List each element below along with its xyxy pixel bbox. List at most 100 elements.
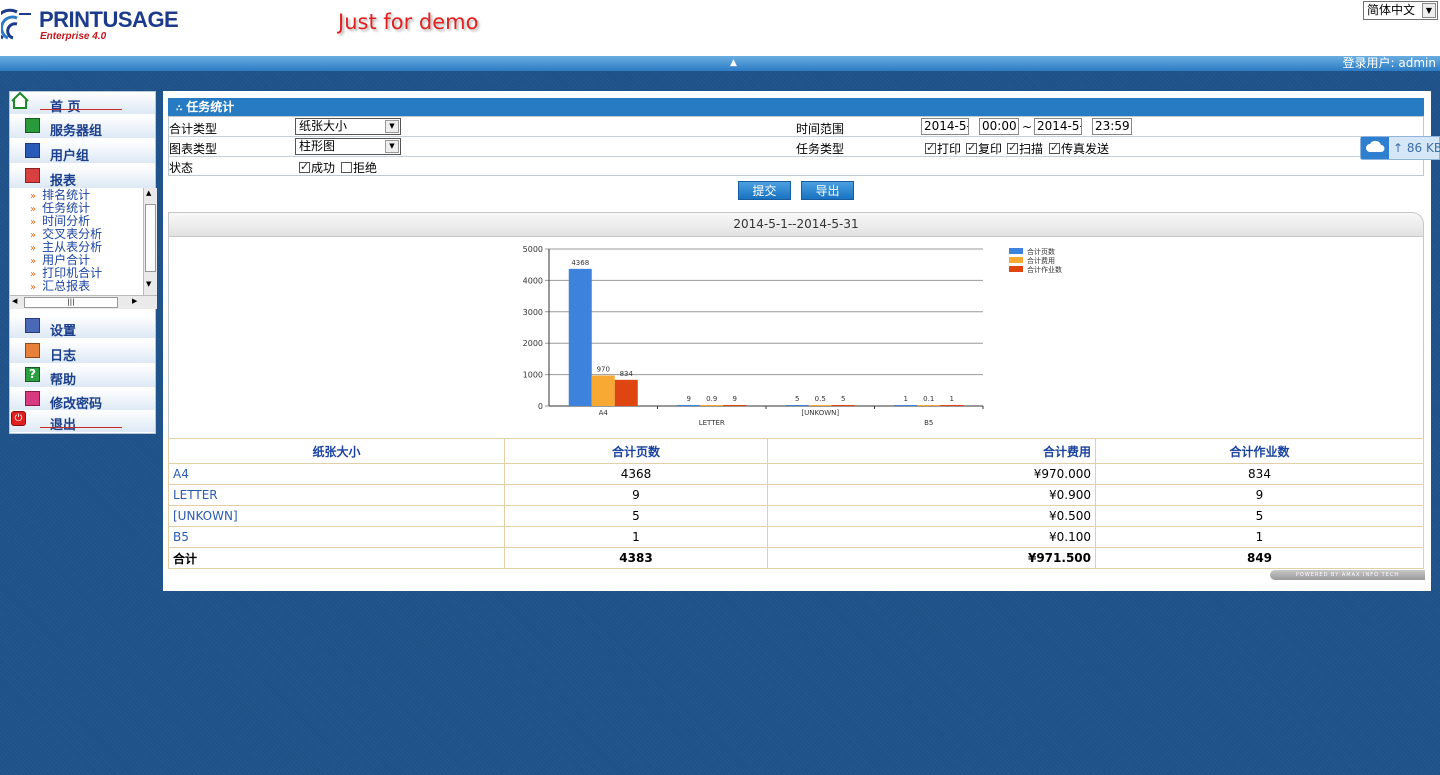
data-label: 4368 bbox=[571, 259, 589, 267]
scrollbar-thumb[interactable]: ||| bbox=[24, 297, 118, 308]
sidebar-item-log[interactable]: 日志 bbox=[10, 341, 155, 364]
time-to-input[interactable]: 23:59: bbox=[1092, 118, 1132, 135]
data-label: 9 bbox=[733, 395, 737, 403]
form-row: 状态 成功 拒绝 bbox=[169, 157, 1423, 177]
status-rejected-checkbox[interactable]: 拒绝 bbox=[341, 159, 377, 176]
panel-title-icon: ∴ bbox=[176, 104, 183, 114]
network-speed-widget[interactable]: ↑ 86 KB/ bbox=[1360, 136, 1440, 160]
sidebar-item-settings[interactable]: 设置 bbox=[10, 316, 155, 339]
chart-bar bbox=[785, 405, 809, 406]
checkbox-checked-icon[interactable] bbox=[299, 160, 310, 173]
table-cell: 9 bbox=[504, 484, 768, 506]
status-success-checkbox[interactable]: 成功 bbox=[299, 159, 335, 176]
time-from-input[interactable]: 00:00: bbox=[979, 118, 1019, 135]
sidebar-item-reports[interactable]: 报表 bbox=[10, 166, 155, 189]
sidebar-item-change-password[interactable]: 修改密码 bbox=[10, 389, 155, 412]
statistics-table: 纸张大小 合计页数 合计费用 合计作业数 A4 4368 ¥970.000 83… bbox=[168, 438, 1424, 569]
checkbox-checked-icon[interactable] bbox=[1049, 141, 1060, 154]
sum-type-select[interactable]: 纸张大小 ▼ bbox=[295, 118, 401, 135]
y-tick-label: 1000 bbox=[523, 371, 543, 380]
y-tick-label: 4000 bbox=[523, 276, 543, 285]
chart-bar bbox=[700, 405, 724, 406]
table-cell-link[interactable]: LETTER bbox=[168, 484, 505, 506]
sidebar-item-home[interactable]: 首 页 bbox=[10, 92, 155, 115]
table-total-row: 合计 4383 ¥971.500 849 bbox=[168, 547, 1424, 569]
table-cell: ¥971.500 bbox=[767, 547, 1096, 569]
table-row: [UNKOWN] 5 ¥0.500 5 bbox=[168, 505, 1424, 527]
table-cell: 9 bbox=[1095, 484, 1424, 506]
checkbox-checked-icon[interactable] bbox=[925, 141, 936, 154]
sidebar-item-server-group[interactable]: 服务器组 bbox=[10, 116, 155, 139]
chart-bar bbox=[723, 405, 747, 406]
submit-button[interactable]: 提交 bbox=[738, 181, 791, 200]
form-row: 图表类型 柱形图▼ 任务类型 打印 复印 扫描 传真发送 bbox=[169, 137, 1423, 157]
log-icon bbox=[25, 343, 40, 358]
menu-divider bbox=[40, 109, 122, 110]
upload-arrow-icon: ↑ bbox=[1393, 141, 1404, 155]
column-header[interactable]: 纸张大小 bbox=[168, 438, 505, 464]
scroll-down-icon[interactable]: ▼ bbox=[146, 280, 151, 288]
column-header[interactable]: 合计页数 bbox=[504, 438, 768, 464]
sidebar-item-label: 服务器组 bbox=[50, 124, 103, 139]
task-copy-checkbox[interactable]: 复印 bbox=[966, 140, 1002, 157]
sidebar-item-label: 报表 bbox=[50, 174, 77, 189]
menu-divider bbox=[40, 427, 122, 428]
export-button[interactable]: 导出 bbox=[801, 181, 854, 200]
checkbox-checked-icon[interactable] bbox=[966, 141, 977, 154]
brand-subtitle: Enterprise 4.0 bbox=[40, 31, 107, 42]
checkbox-checked-icon[interactable] bbox=[1007, 141, 1018, 154]
server-group-icon bbox=[25, 118, 40, 133]
legend-label: 合计作业数 bbox=[1027, 265, 1062, 274]
date-from-input[interactable]: 2014-5- bbox=[921, 118, 969, 135]
bullet-icon: » bbox=[30, 217, 37, 228]
scrollbar-thumb[interactable] bbox=[145, 204, 156, 272]
chart-bar bbox=[808, 405, 832, 406]
data-label: 0.1 bbox=[923, 395, 934, 403]
data-label: 1 bbox=[904, 395, 908, 403]
task-scan-checkbox[interactable]: 扫描 bbox=[1007, 140, 1043, 157]
date-to-input[interactable]: 2014-5- bbox=[1034, 118, 1082, 135]
scroll-up-icon[interactable]: ▲ bbox=[146, 189, 151, 197]
sidebar-item-help[interactable]: ? 帮助 bbox=[10, 365, 155, 388]
chart-type-select[interactable]: 柱形图 ▼ bbox=[295, 138, 401, 155]
submenu-horizontal-scrollbar[interactable]: ◀ ||| ▶ bbox=[10, 295, 157, 309]
column-header[interactable]: 合计费用 bbox=[767, 438, 1096, 464]
chart-bar bbox=[831, 405, 855, 406]
x-tick-label: [UNKOWN] bbox=[801, 409, 839, 417]
range-separator: ~ bbox=[1022, 120, 1033, 134]
scroll-left-icon[interactable]: ◀ bbox=[12, 297, 17, 305]
column-header[interactable]: 合计作业数 bbox=[1095, 438, 1424, 464]
x-tick-label: A4 bbox=[599, 409, 609, 417]
submenu-vertical-scrollbar[interactable]: ▲ ▼ bbox=[143, 188, 157, 295]
brand-logo-icon bbox=[1, 8, 31, 40]
task-fax-checkbox[interactable]: 传真发送 bbox=[1049, 140, 1109, 157]
sidebar-item-label: 退出 bbox=[50, 418, 77, 433]
table-row: LETTER 9 ¥0.900 9 bbox=[168, 484, 1424, 506]
submenu-item-summary[interactable]: » 汇总报表 bbox=[30, 280, 90, 294]
sidebar-item-label: 帮助 bbox=[50, 373, 77, 388]
table-row: B5 1 ¥0.100 1 bbox=[168, 526, 1424, 548]
legend-label: 合计页数 bbox=[1027, 247, 1055, 256]
language-select-value: 简体中文 bbox=[1367, 3, 1416, 17]
help-icon: ? bbox=[25, 367, 40, 382]
scroll-right-icon[interactable]: ▶ bbox=[132, 297, 137, 305]
collapse-header-icon[interactable]: ▲ bbox=[730, 58, 737, 68]
task-print-checkbox[interactable]: 打印 bbox=[925, 140, 961, 157]
checkbox-unchecked-icon[interactable] bbox=[341, 162, 352, 173]
table-cell: 1 bbox=[1095, 526, 1424, 548]
table-cell-link[interactable]: B5 bbox=[168, 526, 505, 548]
user-group-icon bbox=[25, 143, 40, 158]
sidebar-item-logout[interactable]: ⏻ 退出 bbox=[10, 410, 155, 433]
language-select[interactable]: 简体中文 ▼ bbox=[1363, 1, 1438, 20]
table-cell: ¥0.900 bbox=[767, 484, 1096, 506]
sidebar-item-user-group[interactable]: 用户组 bbox=[10, 141, 155, 164]
table-cell: ¥970.000 bbox=[767, 463, 1096, 485]
task-statistics-panel: ∴ 任务统计 合计类型 纸张大小 ▼ 时间范围 2014-5- 00:00: ~ 2… bbox=[163, 91, 1431, 591]
table-cell-link[interactable]: A4 bbox=[168, 463, 505, 485]
chart-bar bbox=[917, 405, 941, 406]
table-cell-link[interactable]: [UNKOWN] bbox=[168, 505, 505, 527]
y-tick-label: 3000 bbox=[523, 308, 543, 317]
table-cell: ¥0.100 bbox=[767, 526, 1096, 548]
bullet-icon: » bbox=[30, 282, 37, 293]
bullet-icon: » bbox=[30, 269, 37, 280]
